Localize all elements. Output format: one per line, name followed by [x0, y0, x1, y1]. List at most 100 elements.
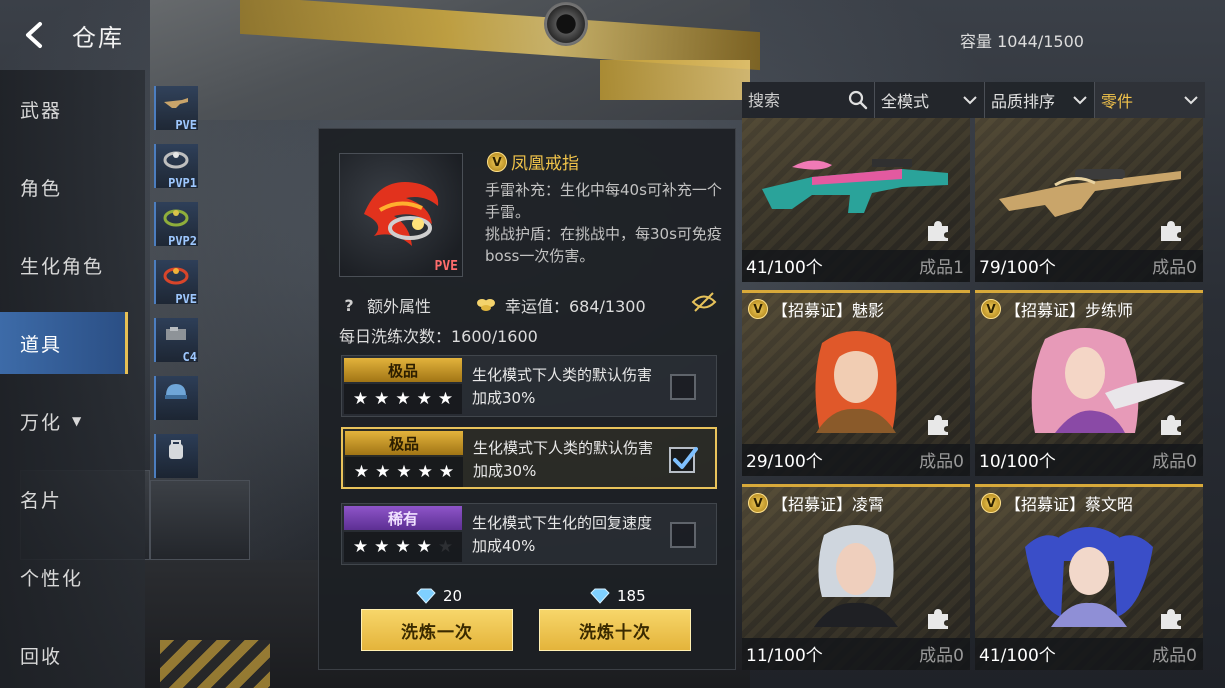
caret-down-icon: ▼	[72, 414, 84, 428]
puzzle-piece-icon	[1161, 415, 1181, 435]
part-card[interactable]: V 【招募证】蔡文昭 41/100个 成品0	[975, 484, 1203, 670]
attribute-text: 生化模式下生化的回复速度加成40%	[472, 514, 653, 555]
extra-attributes-info[interactable]: ? 额外属性	[341, 293, 431, 317]
card-status: 成品0	[919, 646, 964, 666]
background-light-beam	[600, 60, 750, 100]
inventory-item[interactable]: C4	[154, 318, 198, 364]
helmet-icon	[165, 384, 187, 399]
card-status: 成品0	[1152, 258, 1197, 278]
background-camera	[544, 2, 588, 46]
search-icon[interactable]	[848, 90, 868, 110]
card-count: 79/100个	[979, 258, 1056, 278]
lock-checkbox[interactable]	[670, 522, 696, 548]
attribute-text: 生化模式下人类的默认伤害加成30%	[472, 366, 653, 407]
capacity-indicator: 容量 1044/1500	[960, 28, 1084, 52]
sidebar-item-cards[interactable]: 名片	[0, 468, 128, 530]
category-dropdown[interactable]: 零件	[1094, 82, 1205, 118]
header: 仓库	[0, 0, 160, 70]
card-status: 成品0	[1152, 646, 1197, 666]
background-hazard-stripe	[160, 640, 270, 688]
chevron-down-icon	[1184, 96, 1198, 105]
part-card[interactable]: V 【招募证】凌霄 11/100个 成品0	[742, 484, 970, 670]
inventory-item[interactable]: PVP2	[154, 202, 198, 248]
sidebar-item-personalize[interactable]: 个性化	[0, 546, 128, 608]
star-rating: ★ ★ ★ ★ ★	[344, 384, 462, 414]
hide-eye-icon[interactable]	[691, 291, 717, 313]
item-detail-panel: PVE V 凤凰戒指 手雷补充：生化中每40s可补充一个手雷。 挑战护盾：在挑战…	[318, 128, 736, 670]
refine-once-button[interactable]: 洗炼一次	[361, 609, 513, 651]
inventory-item[interactable]: PVE	[154, 86, 198, 132]
card-count: 41/100个	[746, 258, 823, 278]
puzzle-piece-icon	[1161, 221, 1181, 241]
background-crate	[150, 480, 250, 560]
card-title: V 【招募证】凌霄	[748, 491, 884, 515]
chevron-down-icon	[963, 96, 977, 105]
puzzle-piece-icon	[928, 221, 948, 241]
part-card[interactable]: 41/100个 成品1	[742, 118, 970, 282]
inventory-item[interactable]	[154, 376, 198, 420]
inventory-list: PVE PVP1 PVP2 PVE C4	[150, 86, 198, 478]
mode-dropdown[interactable]: 全模式	[874, 82, 984, 118]
capacity-value: 1044/1500	[997, 32, 1084, 51]
lock-checkbox[interactable]	[670, 374, 696, 400]
inventory-item[interactable]: PVE	[154, 260, 198, 306]
grade-badge: 极品	[344, 358, 462, 382]
inventory-item[interactable]: PVP1	[154, 144, 198, 190]
sidebar-item-recycle[interactable]: 回收	[0, 624, 128, 686]
card-title: V 【招募证】魅影	[748, 297, 884, 321]
sort-dropdown[interactable]: 品质排序	[984, 82, 1094, 118]
page-title: 仓库	[72, 24, 124, 52]
part-card[interactable]: V 【招募证】步练师 10/100个 成品0	[975, 290, 1203, 476]
diamond-icon	[416, 588, 436, 604]
card-title: V 【招募证】蔡文昭	[981, 491, 1133, 515]
card-count: 29/100个	[746, 452, 823, 472]
card-title: V 【招募证】步练师	[981, 297, 1133, 321]
part-card[interactable]: V 【招募证】魅影 29/100个 成品0	[742, 290, 970, 476]
ring-icon	[163, 151, 189, 169]
refine-ten-cost: 185	[589, 587, 646, 605]
attribute-row[interactable]: 极品 ★ ★ ★ ★ ★ 生化模式下人类的默认伤害加成30%	[341, 427, 717, 489]
attribute-row[interactable]: 极品 ★ ★ ★ ★ ★ 生化模式下人类的默认伤害加成30%	[341, 355, 717, 417]
item-name-text: 凤凰戒指	[511, 154, 579, 174]
extra-attributes-label: 额外属性	[367, 297, 432, 316]
lock-checkbox[interactable]	[669, 447, 698, 473]
grade-badge: 稀有	[344, 506, 462, 530]
item-name: V 凤凰戒指	[487, 149, 579, 174]
backpack-icon	[169, 440, 183, 459]
filter-bar: 全模式 品质排序 零件	[742, 82, 1205, 118]
sidebar-item-characters[interactable]: 角色	[0, 156, 128, 218]
card-status: 成品1	[919, 258, 964, 278]
attribute-text: 生化模式下人类的默认伤害加成30%	[473, 439, 654, 480]
parts-grid: 41/100个 成品1 79/100个 成品0 V 【招募证】魅影 29/100…	[742, 118, 1205, 688]
puzzle-piece-icon	[928, 415, 948, 435]
attribute-row[interactable]: 稀有 ★ ★ ★ ★ ★ 生化模式下生化的回复速度加成40%	[341, 503, 717, 565]
back-arrow-icon[interactable]	[20, 20, 50, 50]
grade-badge: 极品	[345, 431, 463, 455]
sidebar-item-props[interactable]: 道具	[0, 312, 128, 374]
card-count: 41/100个	[979, 646, 1056, 666]
sidebar-item-wanhua[interactable]: 万化 ▼	[0, 390, 128, 452]
part-card[interactable]: 79/100个 成品0	[975, 118, 1203, 282]
checkmark-icon	[673, 447, 698, 469]
puzzle-piece-icon	[928, 609, 948, 629]
item-description: 手雷补充：生化中每40s可补充一个手雷。 挑战护盾：在挑战中，每30s可免疫bo…	[485, 179, 729, 267]
question-icon: ?	[344, 295, 354, 315]
refine-ten-button[interactable]: 洗炼十次	[539, 609, 691, 651]
puzzle-piece-icon	[1161, 609, 1181, 629]
inventory-item[interactable]	[154, 434, 198, 478]
card-count: 10/100个	[979, 452, 1056, 472]
star-rating: ★ ★ ★ ★ ★	[344, 532, 462, 562]
capacity-label: 容量	[960, 32, 993, 51]
sidebar-item-weapons[interactable]: 武器	[0, 78, 128, 140]
vip-badge-icon: V	[748, 299, 768, 319]
vip-badge-icon: V	[748, 493, 768, 513]
luck-value-text: 幸运值：684/1300	[505, 297, 646, 316]
vip-badge-icon: V	[981, 299, 1001, 319]
sidebar-item-zombie-characters[interactable]: 生化角色	[0, 234, 128, 296]
chevron-down-icon	[1073, 96, 1087, 105]
item-description-line: 手雷补充：生化中每40s可补充一个手雷。	[485, 181, 722, 221]
item-mode-badge: PVE	[434, 259, 458, 274]
refine-once-cost: 20	[415, 587, 462, 605]
item-description-line: 挑战护盾：在挑战中，每30s可免疫boss一次伤害。	[485, 225, 722, 265]
ring-icon	[163, 209, 189, 227]
